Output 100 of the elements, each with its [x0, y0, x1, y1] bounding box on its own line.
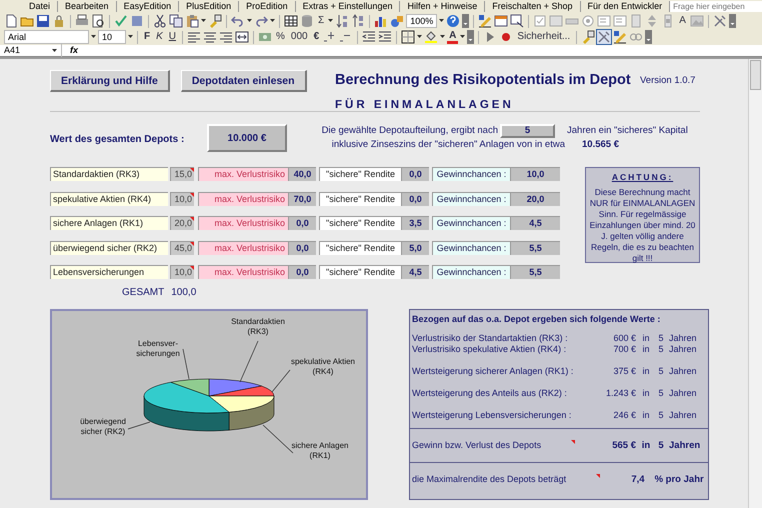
help-icon[interactable] [446, 14, 460, 28]
macro-security-button[interactable]: Sicherheit... [515, 30, 572, 44]
grid-icon[interactable] [284, 14, 298, 28]
caret-icon[interactable] [439, 19, 444, 23]
notice-text: Diese Berechnung macht NUR für EINMALANLAGEN Sinn. Für regelmässige Einzahlungen über mind. 20 J. gelten völlig andere Regeln, die es zu beachten gilt !!! [588, 187, 696, 264]
design-mode-icon[interactable] [613, 30, 628, 44]
caret-icon[interactable] [270, 19, 275, 23]
menu-item[interactable]: ProEdition [239, 1, 296, 12]
italic-button[interactable]: K [154, 30, 165, 44]
sort-ascending-icon[interactable] [335, 14, 350, 28]
toolbar-options-icon[interactable] [728, 14, 736, 28]
leader-line [272, 370, 290, 392]
caret-icon[interactable] [201, 19, 206, 23]
caret-icon[interactable] [128, 35, 133, 39]
sum-button[interactable]: Σ [316, 14, 326, 28]
align-right-icon[interactable] [219, 30, 234, 44]
menu-item[interactable]: Hilfen + Hinweise [400, 1, 486, 12]
label-tool-button[interactable]: A [677, 14, 688, 28]
result-years: 5 [657, 388, 664, 399]
yield-value-cell: 0,0 [401, 167, 429, 181]
share-cell[interactable]: 15,0 [170, 167, 194, 181]
toggle-icon[interactable] [629, 14, 644, 28]
risk-value-cell: 40,0 [288, 167, 316, 181]
vertical-scrollbar[interactable] [748, 59, 762, 508]
chance-value-cell: 5,5 [510, 265, 560, 279]
design-mode-icon[interactable] [478, 14, 492, 28]
menu-item[interactable]: PlusEdition [179, 1, 240, 12]
action-button[interactable]: Erklärung und Hilfe [50, 70, 170, 92]
increase-indent-icon[interactable] [378, 30, 392, 44]
results-heading: Bezogen auf das o.a. Depot ergeben sich folgende Werte : [411, 313, 662, 326]
chance-value-cell: 20,0 [510, 192, 560, 206]
save-icon[interactable] [36, 14, 50, 28]
menu-item[interactable]: Bearbeiten [58, 1, 117, 12]
code-icon[interactable] [510, 14, 524, 28]
function-label[interactable]: fx [62, 44, 86, 58]
paste-icon[interactable] [185, 14, 199, 28]
align-left-icon[interactable] [187, 30, 202, 44]
result-unit: Jahren [668, 344, 698, 355]
caret-icon[interactable] [417, 35, 422, 39]
share-cell[interactable]: 10,0 [170, 192, 194, 206]
zoom-dropdown[interactable]: 100% [406, 14, 438, 28]
percent-button[interactable]: % [274, 30, 287, 44]
cut-icon[interactable] [153, 14, 167, 28]
font-size-dropdown[interactable]: 10 [98, 30, 126, 44]
bar-chart-icon[interactable] [374, 14, 388, 28]
decrease-indent-icon[interactable] [362, 30, 376, 44]
menu-item[interactable]: EasyEdition [116, 1, 180, 12]
result-years: 5 [657, 366, 664, 377]
toolbar-options-icon[interactable] [467, 30, 474, 44]
chance-label-cell: Gewinnchancen : [432, 167, 510, 181]
risk-value-cell: 0,0 [288, 216, 316, 230]
tools-icon[interactable] [712, 14, 727, 28]
eraser-icon[interactable] [581, 30, 596, 44]
caret-icon[interactable] [328, 19, 334, 23]
sort-descending-icon[interactable] [351, 14, 366, 28]
brush-icon[interactable] [208, 14, 222, 28]
menu-item[interactable]: Freischalten + Shop [485, 1, 581, 12]
action-button[interactable]: Depotdaten einlesen [180, 70, 307, 92]
help-search-field[interactable]: Frage hier eingeben [670, 1, 762, 12]
tools-icon[interactable] [597, 30, 612, 44]
properties-icon[interactable] [494, 14, 508, 28]
result-amount: 600 € [612, 333, 636, 344]
redo-icon[interactable] [254, 14, 268, 28]
thousands-button[interactable]: 000 [288, 30, 310, 44]
field-label: Wert des gesamten Depots : [50, 132, 184, 146]
result-unit: Jahren [668, 333, 698, 344]
radio-button-icon[interactable] [581, 14, 596, 28]
print-preview-icon[interactable] [91, 14, 105, 28]
asset-name-cell: sichere Anlagen (RK1) [50, 216, 168, 230]
underline-button[interactable]: U [166, 30, 178, 44]
toolbar-options-icon[interactable] [645, 30, 652, 44]
caret-icon[interactable] [247, 19, 252, 23]
caret-icon[interactable] [52, 48, 57, 52]
result-text: in [640, 440, 652, 451]
share-cell[interactable]: 10,0 [170, 265, 194, 279]
fill-color-icon[interactable] [424, 30, 438, 44]
copy-icon[interactable] [169, 14, 183, 28]
caret-icon[interactable] [91, 35, 96, 39]
toolbar-options-icon[interactable] [462, 14, 470, 28]
share-cell[interactable]: 20,0 [170, 216, 194, 230]
leader-line [240, 340, 258, 382]
caret-icon[interactable] [440, 35, 446, 39]
result-text: in [641, 333, 650, 344]
menu-item[interactable]: Datei [22, 1, 58, 12]
print-icon[interactable] [75, 14, 89, 28]
borders-icon[interactable] [401, 30, 416, 44]
euro-button[interactable]: € [312, 30, 322, 44]
align-center-icon[interactable] [203, 30, 218, 44]
drawing-icon[interactable] [390, 14, 404, 28]
undo-icon[interactable] [231, 14, 245, 28]
menu-item[interactable]: Extras + Einstellungen [296, 1, 400, 12]
checkbox-icon[interactable] [533, 14, 548, 28]
caret-icon[interactable] [460, 35, 466, 39]
share-cell[interactable]: 45,0 [170, 240, 194, 254]
bold-button[interactable]: F [142, 30, 152, 44]
result-text: in [641, 388, 650, 399]
font-dropdown[interactable]: Arial [4, 30, 89, 44]
merge-cells-icon[interactable] [235, 30, 250, 44]
lock-icon[interactable] [52, 14, 66, 28]
asset-name-cell: Standardaktien (RK3) [50, 167, 168, 181]
